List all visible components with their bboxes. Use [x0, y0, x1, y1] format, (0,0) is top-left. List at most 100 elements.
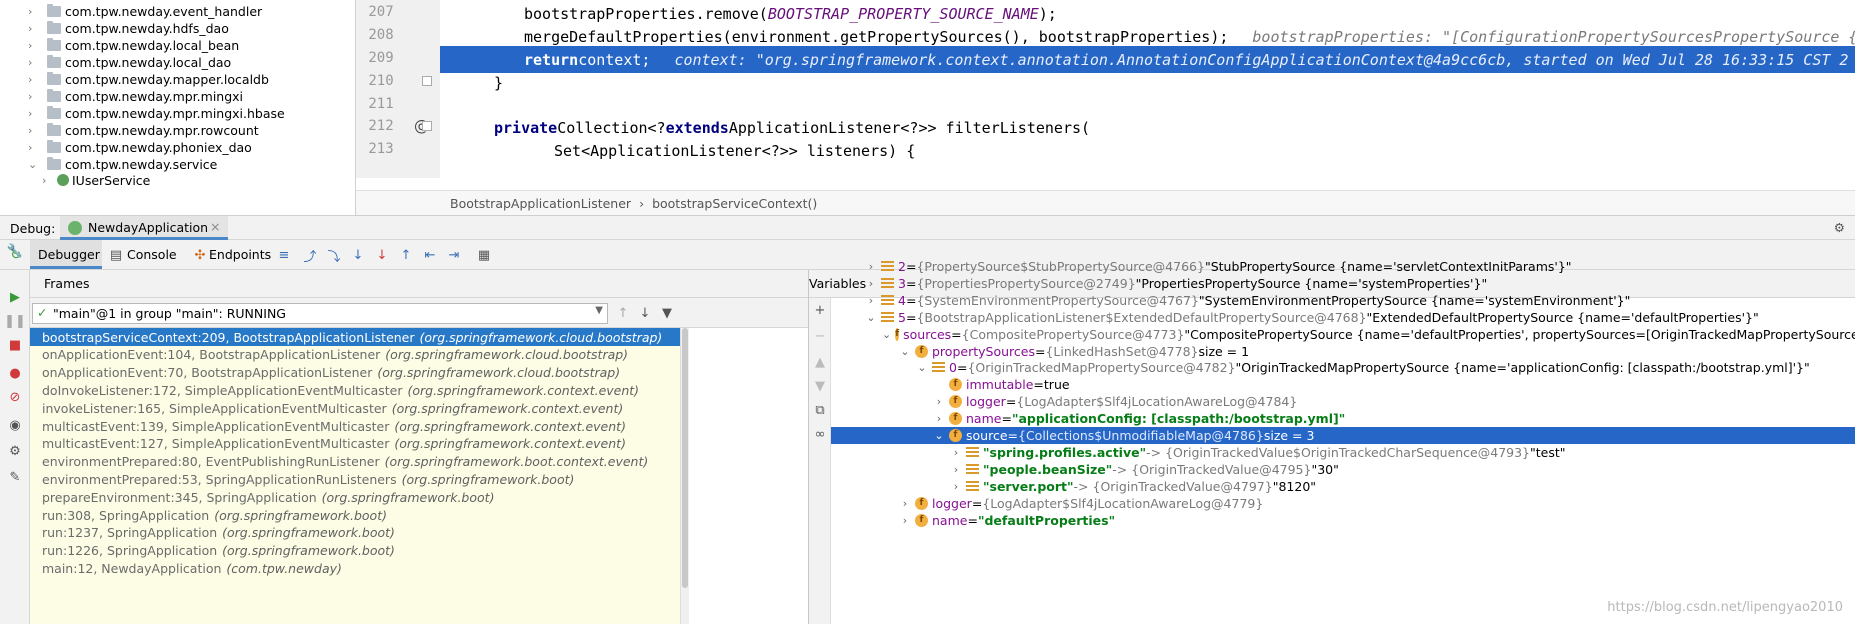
- tree-item-iuserservice[interactable]: › IUserService: [0, 170, 355, 190]
- chevron-down-icon[interactable]: ⌄: [933, 429, 945, 442]
- move-up-icon[interactable]: ▲: [812, 354, 828, 370]
- run-to-cursor-icon[interactable]: ⇥: [446, 247, 462, 263]
- tab-debugger[interactable]: Debugger: [30, 240, 102, 269]
- chevron-right-icon[interactable]: ›: [865, 277, 877, 290]
- pause-icon[interactable]: ❚❚: [4, 314, 26, 329]
- view-breakpoints-icon[interactable]: ●: [8, 366, 22, 381]
- variable-row[interactable]: › "server.port" -> {OriginTrackedValue@47…: [831, 478, 1855, 495]
- evaluate-expression-icon[interactable]: ▦: [476, 247, 492, 263]
- remove-icon[interactable]: −: [812, 328, 828, 344]
- step-out-icon[interactable]: ↑: [398, 247, 414, 263]
- menu-icon[interactable]: ≡: [276, 247, 292, 263]
- watches-icon[interactable]: ∞: [812, 426, 828, 442]
- chevron-right-icon[interactable]: ›: [28, 5, 38, 18]
- fold-end-icon[interactable]: [422, 76, 432, 86]
- variable-row[interactable]: f immutable = true: [831, 376, 1855, 393]
- frame-row[interactable]: onApplicationEvent:70, BootstrapApplicat…: [30, 364, 680, 382]
- chevron-right-icon[interactable]: ›: [950, 480, 962, 493]
- chevron-right-icon[interactable]: ›: [28, 73, 38, 86]
- chevron-right-icon[interactable]: ›: [28, 22, 38, 35]
- chevron-down-icon[interactable]: ⌄: [916, 361, 928, 374]
- frame-row[interactable]: onApplicationEvent:104, BootstrapApplica…: [30, 346, 680, 364]
- variable-row[interactable]: › 3 = {PropertiesPropertySource@2749} "Pr…: [831, 275, 1855, 292]
- breadcrumb-method[interactable]: bootstrapServiceContext(): [652, 196, 817, 211]
- frame-row[interactable]: prepareEnvironment:345, SpringApplicatio…: [30, 488, 680, 506]
- stop-icon[interactable]: ■: [8, 338, 22, 353]
- scrollbar-thumb[interactable]: [682, 328, 688, 588]
- tab-endpoints[interactable]: Endpoints: [209, 247, 271, 262]
- gear-icon[interactable]: ⚙: [1834, 220, 1845, 235]
- chevron-right-icon[interactable]: ›: [28, 141, 38, 154]
- code-line[interactable]: Set<ApplicationListener<?>> listeners) {: [440, 137, 1855, 164]
- tab-console[interactable]: Console: [127, 247, 177, 262]
- frame-row[interactable]: bootstrapServiceContext:209, BootstrapAp…: [30, 328, 680, 346]
- chevron-right-icon[interactable]: ›: [899, 497, 911, 510]
- frame-row[interactable]: multicastEvent:139, SimpleApplicationEve…: [30, 417, 680, 435]
- add-icon[interactable]: +: [812, 302, 828, 318]
- code-editor[interactable]: 207208209210211212@213 bootstrapProperti…: [356, 0, 1855, 190]
- fold-icon[interactable]: [422, 121, 432, 131]
- variable-row[interactable]: ⌄ 0 = {OriginTrackedMapPropertySource@478…: [831, 359, 1855, 376]
- resume-icon[interactable]: ▶: [8, 290, 22, 305]
- variable-row[interactable]: › f name = "applicationConfig: [classpath:…: [831, 410, 1855, 427]
- breadcrumb-class[interactable]: BootstrapApplicationListener: [450, 196, 631, 211]
- step-over-icon[interactable]: ⤵: [326, 247, 342, 265]
- frame-row[interactable]: environmentPrepared:53, SpringApplicatio…: [30, 470, 680, 488]
- chevron-down-icon[interactable]: ⌄: [899, 345, 911, 358]
- filter-icon[interactable]: ▼: [659, 305, 675, 321]
- up-arrow-icon[interactable]: ↑: [615, 305, 631, 321]
- settings-icon[interactable]: ⚙: [8, 444, 22, 459]
- chevron-right-icon[interactable]: ›: [865, 294, 877, 307]
- scrollbar[interactable]: [680, 328, 689, 624]
- variable-row[interactable]: › f logger = {LogAdapter$Slf4jLocationAwar…: [831, 393, 1855, 410]
- chevron-down-icon[interactable]: ⌄: [882, 328, 891, 341]
- chevron-right-icon[interactable]: ›: [28, 107, 38, 120]
- variable-row[interactable]: › "spring.profiles.active" -> {OriginTrac…: [831, 444, 1855, 461]
- force-step-into-icon[interactable]: ↓: [374, 247, 390, 263]
- chevron-right-icon[interactable]: ›: [28, 90, 38, 103]
- chevron-right-icon[interactable]: ›: [950, 463, 962, 476]
- chevron-right-icon[interactable]: ›: [899, 514, 911, 527]
- variable-row[interactable]: › "people.beanSize" -> {OriginTrackedValu…: [831, 461, 1855, 478]
- thread-selector[interactable]: ✓ "main"@1 in group "main": RUNNING ▼: [32, 303, 608, 324]
- variable-row[interactable]: ⌄ f source = {Collections$UnmodifiableMap@…: [831, 427, 1855, 444]
- variable-row[interactable]: ⌄ f propertySources = {LinkedHashSet@4778}…: [831, 343, 1855, 360]
- copy-icon[interactable]: ⧉: [812, 402, 828, 418]
- camera-icon[interactable]: ◉: [8, 418, 22, 433]
- chevron-down-icon[interactable]: ⌄: [28, 158, 38, 171]
- variable-row[interactable]: › f logger = {LogAdapter$Slf4jLocationAwar…: [831, 495, 1855, 512]
- close-icon[interactable]: ×: [210, 219, 220, 234]
- move-down-icon[interactable]: ▼: [812, 378, 828, 394]
- frame-row[interactable]: invokeListener:165, SimpleApplicationEve…: [30, 399, 680, 417]
- wrench-icon[interactable]: 🔧: [7, 244, 23, 259]
- variable-row[interactable]: › 2 = {PropertySource$StubPropertySource@…: [831, 258, 1855, 275]
- show-execution-point-icon[interactable]: ⤴: [302, 247, 318, 265]
- chevron-right-icon[interactable]: ›: [28, 39, 38, 52]
- variable-row[interactable]: ⌄ f sources = {CompositePropertySource@477…: [831, 326, 1855, 343]
- frame-row[interactable]: run:1237, SpringApplication (org.springfr…: [30, 524, 680, 542]
- chevron-down-icon[interactable]: ⌄: [865, 311, 877, 324]
- tab-newday-application[interactable]: NewdayApplication ×: [60, 216, 228, 240]
- variable-row[interactable]: › f name = "defaultProperties": [831, 512, 1855, 529]
- chevron-right-icon[interactable]: ›: [865, 260, 877, 273]
- drop-frame-icon[interactable]: ⇤: [422, 247, 438, 263]
- frame-row[interactable]: doInvokeListener:172, SimpleApplicationE…: [30, 381, 680, 399]
- variable-row[interactable]: ⌄ 5 = {BootstrapApplicationListener$Exten…: [831, 309, 1855, 326]
- package-folder-icon: [47, 21, 61, 34]
- chevron-right-icon[interactable]: ›: [950, 446, 962, 459]
- frame-row[interactable]: environmentPrepared:80, EventPublishingR…: [30, 453, 680, 471]
- chevron-right-icon[interactable]: ›: [28, 56, 38, 69]
- step-into-icon[interactable]: ↓: [350, 247, 366, 263]
- frame-row[interactable]: multicastEvent:127, SimpleApplicationEve…: [30, 435, 680, 453]
- variable-row[interactable]: › 4 = {SystemEnvironmentPropertySource@47…: [831, 292, 1855, 309]
- frame-row[interactable]: run:308, SpringApplication (org.springfra…: [30, 506, 680, 524]
- chevron-right-icon[interactable]: ›: [28, 124, 38, 137]
- mute-breakpoints-icon[interactable]: ⊘: [8, 390, 22, 405]
- frame-row[interactable]: main:12, NewdayApplication (com.tpw.newda…: [30, 559, 680, 577]
- pin-icon[interactable]: ✎: [8, 470, 22, 485]
- chevron-right-icon[interactable]: ›: [933, 412, 945, 425]
- chevron-right-icon[interactable]: ›: [933, 395, 945, 408]
- down-arrow-icon[interactable]: ↓: [637, 305, 653, 321]
- chevron-right-icon[interactable]: ›: [42, 174, 52, 187]
- frame-row[interactable]: run:1226, SpringApplication (org.springfr…: [30, 542, 680, 560]
